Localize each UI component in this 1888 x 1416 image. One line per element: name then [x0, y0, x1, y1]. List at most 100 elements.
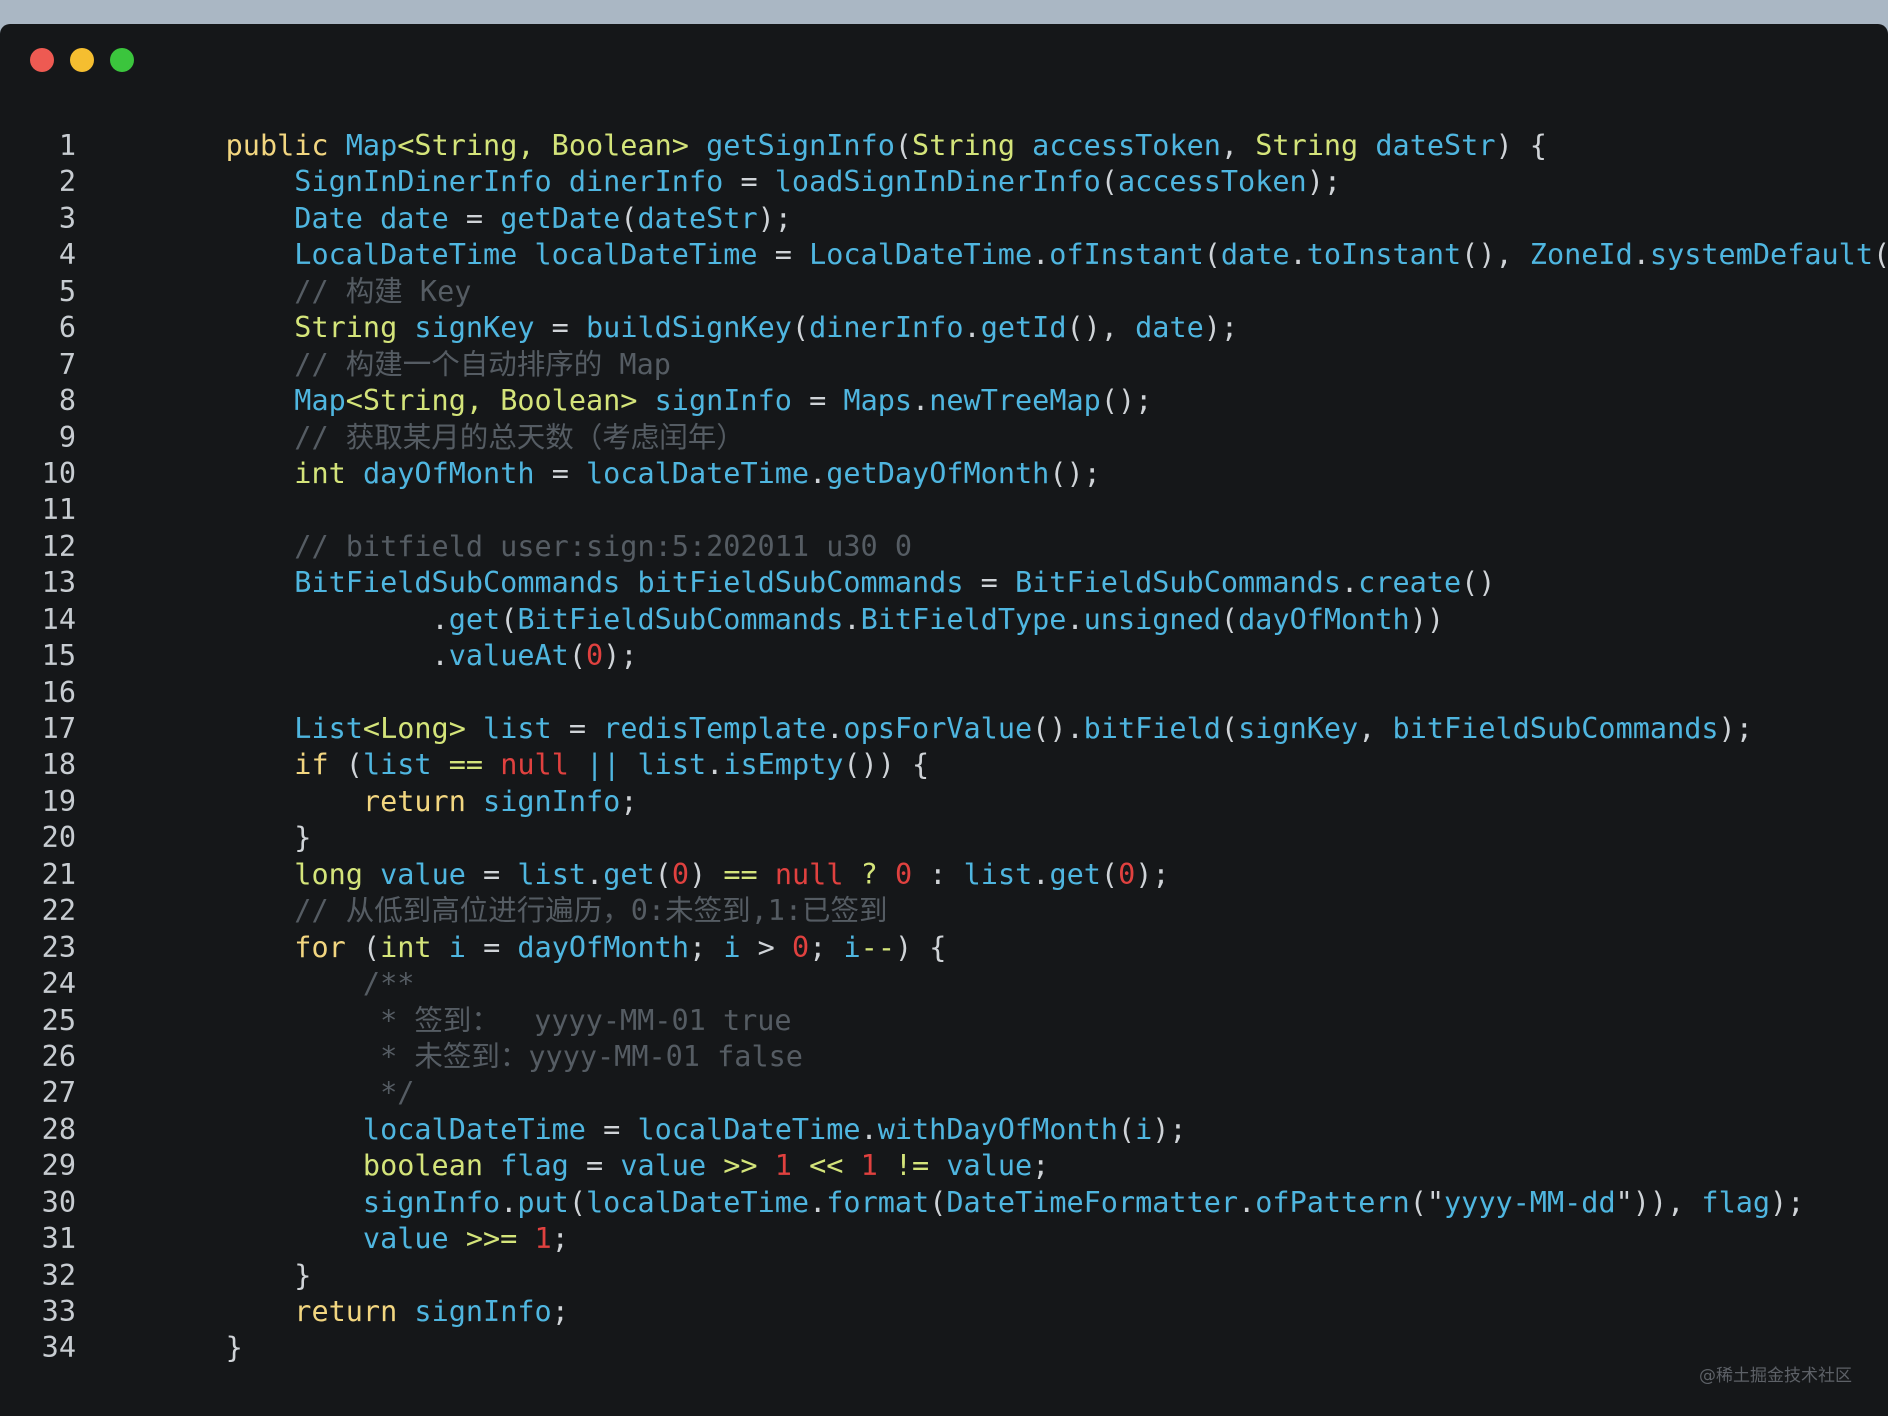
code-token: 0: [671, 857, 690, 891]
code-token: =: [568, 1149, 621, 1183]
code-token: localDateTime: [534, 238, 758, 272]
code-token: .: [431, 639, 449, 673]
code-token: get: [448, 602, 501, 636]
code-token: =: [963, 566, 1015, 600]
code-token: ): [689, 857, 724, 891]
code-text: localDateTime = localDateTime.withDayOfM…: [157, 1112, 1187, 1148]
code-token: .: [809, 1185, 827, 1219]
code-token: // 获取某月的总天数（考虑闰年）: [294, 420, 745, 454]
watermark: @稀土掘金技术社区: [1699, 1366, 1852, 1386]
line-number: 2: [58, 165, 76, 199]
code-line: 11: [0, 492, 1888, 528]
code-window: 1 public Map<String, Boolean> getSignInf…: [0, 24, 1888, 1416]
close-button[interactable]: [30, 48, 54, 72]
code-token: 0: [586, 639, 604, 673]
code-text: public Map<String, Boolean> getSignInfo(…: [157, 128, 1547, 164]
code-token: /**: [362, 967, 415, 1001]
line-number: 25: [41, 1003, 76, 1037]
code-token: // bitfield user:sign:5:202011 u30 0: [294, 529, 912, 563]
code-text: // 构建 Key: [157, 274, 471, 310]
code-token: <Long>: [362, 712, 466, 745]
code-token: );: [1770, 1185, 1805, 1219]
code-token: ) {: [1495, 129, 1547, 162]
code-token: Maps: [843, 384, 913, 418]
code-token: .: [706, 748, 724, 782]
code-token: (: [1220, 602, 1239, 636]
code-token: ")),: [1615, 1185, 1702, 1219]
code-token: !=: [877, 1149, 947, 1183]
code-text: return signInfo;: [157, 1294, 569, 1330]
line-number: 17: [41, 712, 76, 745]
code-token: ,: [1358, 712, 1393, 745]
code-line: 29 boolean flag = value >> 1 << 1 != val…: [0, 1148, 1888, 1184]
line-number: 1: [58, 129, 76, 162]
code-token: value: [620, 1149, 707, 1183]
code-text: SignInDinerInfo dinerInfo = loadSignInDi…: [157, 164, 1341, 200]
code-token: localDateTime: [586, 456, 810, 490]
window-controls: [30, 48, 134, 72]
code-token: (: [1203, 238, 1221, 272]
code-token: list: [517, 857, 587, 891]
code-token: (: [345, 930, 381, 964]
code-line: 8 Map<String, Boolean> signInfo = Maps.n…: [0, 383, 1888, 419]
code-token: .: [843, 602, 861, 636]
zoom-button[interactable]: [110, 48, 134, 72]
code-token: 1: [860, 1149, 878, 1183]
code-token: .: [912, 384, 930, 418]
code-token: bitFieldSubCommands: [1392, 712, 1719, 745]
code-token: =: [534, 311, 586, 345]
code-token: .: [826, 712, 844, 745]
code-line: 6 String signKey = buildSignKey(dinerInf…: [0, 310, 1888, 346]
code-token: <<: [791, 1149, 861, 1183]
code-token: int: [294, 456, 346, 490]
code-text: // 构建一个自动排序的 Map: [157, 347, 671, 383]
code-token: * 签到： yyyy-MM-01 true: [380, 1003, 792, 1037]
code-token: date: [1135, 311, 1204, 345]
code-editor[interactable]: 1 public Map<String, Boolean> getSignInf…: [0, 128, 1888, 1367]
code-token: value: [380, 857, 466, 891]
code-token: opsForValue: [843, 712, 1033, 745]
code-line: 32 }: [0, 1258, 1888, 1294]
code-text: .valueAt(0);: [157, 638, 638, 674]
code-token: =: [465, 930, 518, 964]
code-token: null: [774, 857, 844, 891]
code-token: .: [1032, 857, 1050, 891]
code-text: BitFieldSubCommands bitFieldSubCommands …: [157, 565, 1495, 601]
code-token: .: [860, 1112, 878, 1146]
code-text: * 签到： yyyy-MM-01 true: [157, 1003, 792, 1039]
code-token: (: [328, 748, 363, 782]
code-token: String: [294, 311, 398, 345]
minimize-button[interactable]: [70, 48, 94, 72]
code-token: >>: [706, 1149, 775, 1183]
code-token: newTreeMap: [929, 384, 1101, 418]
code-token: (),: [1461, 238, 1530, 272]
code-token: 1: [774, 1149, 792, 1183]
line-number: 18: [41, 748, 76, 782]
code-token: .: [1238, 1185, 1256, 1219]
code-token: dinerInfo: [568, 165, 724, 199]
code-token: }: [294, 1258, 312, 1292]
code-token: ().: [1032, 712, 1084, 745]
line-number: 7: [58, 347, 76, 381]
code-text: Date date = getDate(dateStr);: [157, 201, 792, 237]
code-token: (: [500, 602, 518, 636]
code-token: .: [963, 311, 981, 345]
code-token: ?: [843, 857, 895, 891]
code-token: BitFieldSubCommands: [294, 566, 621, 600]
code-token: localDateTime: [637, 1112, 861, 1146]
code-token: Map: [294, 384, 346, 418]
